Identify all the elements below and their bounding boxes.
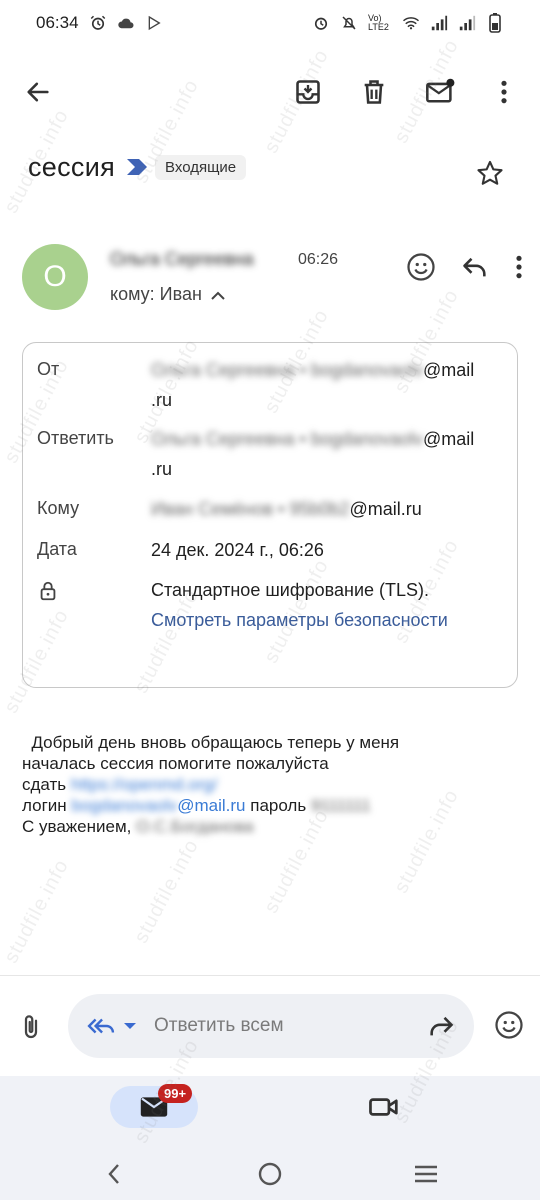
body-line: логин bogdanovaolv@mail.ru пароль 911111…: [22, 796, 371, 815]
body-line: Добрый день вновь обращаюсь теперь у мен…: [22, 733, 400, 752]
reply-value[interactable]: Ольга Сергеевна • bogdanovaolv@mail .ru: [151, 424, 503, 484]
reply-all-icon: [87, 1018, 115, 1034]
detail-to-row: Кому Иван Семёнов • 95b0b2@mail.ru: [37, 498, 503, 528]
to-value[interactable]: Иван Семёнов • 95b0b2@mail.ru: [151, 494, 503, 524]
nav-meet-tab[interactable]: [368, 1094, 400, 1125]
system-recents-button[interactable]: [406, 1156, 446, 1192]
reply-mode-selector[interactable]: [84, 1013, 138, 1039]
trash-icon: [364, 80, 384, 104]
watermark-text: studfile.info: [130, 835, 204, 947]
reply-label: Ответить: [37, 428, 114, 448]
system-navigation: [0, 1156, 540, 1192]
sender-more-button[interactable]: [514, 254, 524, 285]
battery-icon: [486, 13, 504, 33]
inbox-label: Входящие: [155, 154, 247, 180]
status-time: 06:34: [36, 13, 79, 32]
reply-placeholder: Ответить всем: [154, 1015, 284, 1036]
email-subject: сессия: [28, 151, 116, 182]
star-icon: [477, 160, 503, 185]
detail-reply-row: Ответить Ольга Сергеевна • bogdanovaolv@…: [37, 428, 503, 490]
label-chip[interactable]: Входящие: [125, 154, 247, 180]
from-label: От: [37, 359, 60, 379]
date-value: 24 дек. 2024 г., 06:26: [151, 540, 324, 560]
more-vertical-icon: [501, 80, 507, 104]
email-body: Добрый день вновь обращаюсь теперь у мен…: [22, 732, 518, 837]
blurred-password: 9111111: [310, 796, 371, 815]
top-app-bar: [0, 60, 540, 120]
forward-icon: [430, 1016, 454, 1036]
detail-date-row: Дата 24 дек. 2024 г., 06:26: [37, 539, 503, 569]
divider: [0, 975, 540, 976]
watermark-text: studfile.info: [0, 855, 74, 967]
more-button[interactable]: [482, 70, 526, 114]
detail-security-row: Стандартное шифрование (TLS). Смотреть п…: [37, 579, 503, 649]
to-label: Кому: [37, 498, 80, 518]
detail-from-row: От Ольга Сергеевна • bogdanovaolv@mail .…: [37, 359, 503, 421]
system-back-button[interactable]: [94, 1156, 134, 1192]
unread-badge: 99+: [158, 1084, 193, 1103]
bottom-navigation: 99+: [0, 1076, 540, 1200]
date-label: Дата: [37, 539, 77, 559]
avatar[interactable]: О: [22, 244, 88, 310]
signal-icon-2: [458, 14, 476, 32]
back-button[interactable]: [16, 70, 60, 114]
attach-button[interactable]: [16, 1010, 46, 1049]
lock-icon: [37, 579, 59, 608]
body-line: началась сессия помогите пожалуйста: [22, 754, 329, 773]
sender-row: О Ольга Сергеевна 06:26 кому: Иван: [22, 244, 524, 314]
mute-icon: [340, 14, 358, 32]
home-circle-icon: [258, 1162, 282, 1186]
sender-time: 06:26: [298, 251, 339, 268]
reply-all-field[interactable]: Ответить всем: [68, 994, 474, 1058]
system-home-button[interactable]: [250, 1156, 290, 1192]
delete-button[interactable]: [352, 70, 396, 114]
reply-button[interactable]: [460, 253, 490, 286]
video-camera-icon: [369, 1098, 398, 1116]
more-vertical-icon: [516, 255, 522, 279]
security-details-link[interactable]: Смотреть параметры безопасности: [151, 610, 448, 630]
to-line-text: кому: Иван: [110, 284, 202, 304]
sender-name[interactable]: Ольга Сергеевна: [110, 249, 254, 270]
blurred-login[interactable]: bogdanovaolv: [71, 796, 177, 815]
archive-button[interactable]: [286, 70, 330, 114]
emoji-icon: [495, 1011, 523, 1039]
mail-dot-icon: [426, 78, 455, 103]
chevron-down-icon: [124, 1023, 136, 1029]
recents-icon: [415, 1165, 437, 1183]
recipients-toggle[interactable]: кому: Иван: [110, 284, 226, 305]
alarm-icon: [89, 14, 107, 32]
arrow-left-icon: [27, 82, 49, 102]
emoji-reaction-button[interactable]: [494, 1010, 524, 1045]
chevron-up-icon: [211, 291, 225, 300]
email-link[interactable]: @mail.ru: [177, 796, 245, 815]
paperclip-icon: [24, 1015, 38, 1039]
from-value[interactable]: Ольга Сергеевна • bogdanovaolv@mail .ru: [151, 355, 503, 415]
reply-bar: Ответить всем: [0, 994, 540, 1060]
sender-actions: [406, 252, 524, 287]
blurred-url[interactable]: https://openmd.org/: [71, 775, 217, 794]
emoji-icon: [407, 253, 435, 281]
alarm-icon-right: [312, 14, 330, 32]
body-line: сдать https://openmd.org/: [22, 775, 218, 794]
add-reaction-button[interactable]: [406, 252, 436, 287]
body-line: С уважением, О.С.Богданова: [22, 817, 254, 836]
star-button[interactable]: [476, 159, 504, 192]
subject-row: сессия Входящие: [28, 145, 520, 189]
avatar-letter: О: [43, 260, 67, 293]
importance-marker-icon: [127, 159, 148, 175]
reply-icon: [463, 257, 486, 277]
status-bar: 06:34 Vo) LTE2: [0, 0, 540, 46]
archive-icon: [296, 80, 320, 104]
play-store-icon: [145, 14, 163, 32]
chevron-left-icon: [108, 1164, 119, 1184]
forward-button[interactable]: [426, 1012, 456, 1045]
wifi-icon: [402, 14, 420, 32]
encryption-text: Стандартное шифрование (TLS).: [151, 580, 430, 600]
network-label: Vo) LTE2: [368, 13, 389, 32]
signal-icon: [430, 14, 448, 32]
mark-unread-button[interactable]: [418, 70, 462, 114]
cloud-icon: [117, 14, 135, 32]
blurred-signature: О.С.Богданова: [136, 817, 254, 836]
message-details-card: От Ольга Сергеевна • bogdanovaolv@mail .…: [22, 342, 518, 688]
